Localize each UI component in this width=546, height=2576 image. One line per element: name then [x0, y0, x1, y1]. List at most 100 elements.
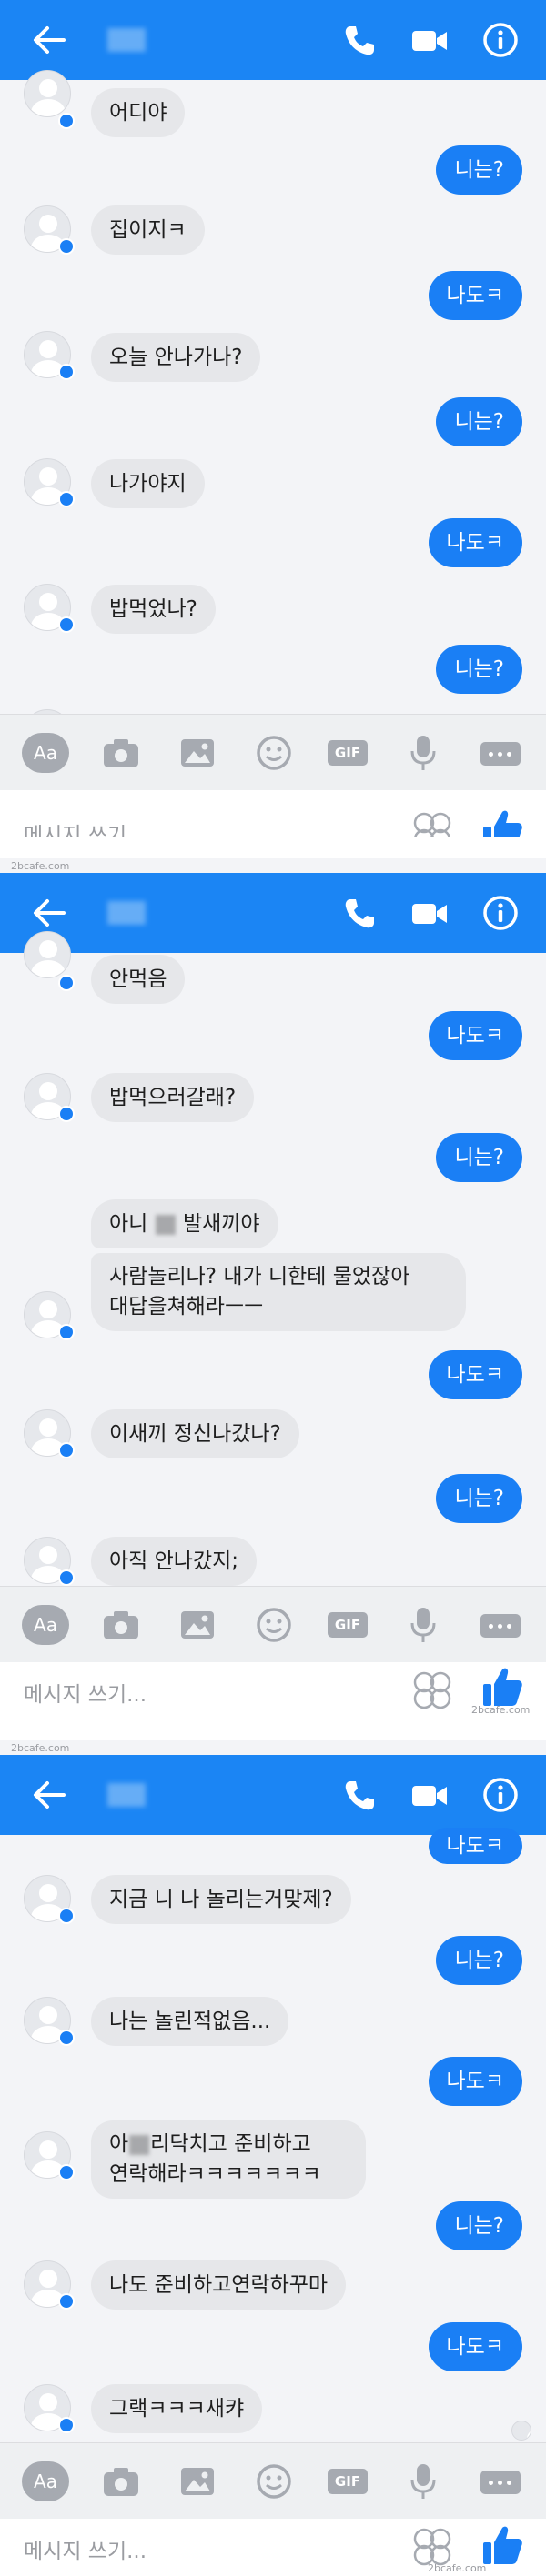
- gif-button[interactable]: GIF: [328, 740, 368, 766]
- watermark: 2bcafe.com: [11, 1742, 70, 1754]
- microphone-icon[interactable]: [408, 1605, 439, 1645]
- message-text: 아니: [109, 1212, 148, 1236]
- message-incoming[interactable]: 오늘 안나가나?: [91, 333, 261, 382]
- emoji-icon[interactable]: [255, 733, 293, 773]
- message-outgoing[interactable]: 나도ㅋ: [428, 2057, 522, 2106]
- video-call-icon[interactable]: [411, 1782, 448, 1809]
- image-icon[interactable]: [178, 733, 217, 773]
- messenger-badge-icon: [58, 2164, 75, 2180]
- more-options-icon[interactable]: [480, 1614, 521, 1638]
- composer: 메시지 쓰기... 2bcafe.com: [0, 2519, 546, 2576]
- seen-avatar: [511, 2421, 531, 2441]
- text-style-button[interactable]: Aa: [22, 733, 69, 773]
- message-outgoing[interactable]: 니는?: [436, 2201, 522, 2250]
- message-incoming[interactable]: 그랙ㅋㅋㅋ새캬: [91, 2384, 263, 2433]
- message-outgoing[interactable]: 나도ㅋ: [428, 518, 522, 567]
- text-style-button[interactable]: Aa: [22, 1605, 69, 1645]
- message-incoming[interactable]: 나는 놀린적없음...: [91, 1997, 289, 2046]
- message-outgoing[interactable]: 나도ㅋ: [428, 1350, 522, 1399]
- back-arrow-icon[interactable]: [31, 1779, 67, 1811]
- message-outgoing[interactable]: 니는?: [436, 397, 522, 446]
- back-arrow-icon[interactable]: [31, 24, 67, 56]
- messenger-badge-icon: [58, 2030, 75, 2046]
- message-outgoing[interactable]: 나도ㅋ: [428, 271, 522, 320]
- message-incoming[interactable]: 아 리닥치고 준비하고 연락해라ㅋㅋㅋㅋㅋㅋㅋ: [91, 2120, 366, 2199]
- message-input[interactable]: 메시지 쓰기...: [24, 2533, 147, 2564]
- video-call-icon[interactable]: [411, 900, 448, 927]
- emoji-icon[interactable]: [255, 1605, 293, 1645]
- message-input[interactable]: 메시지 쓰기...: [24, 1677, 147, 1708]
- message-incoming[interactable]: 나가야지: [91, 459, 205, 508]
- message-outgoing[interactable]: 니는?: [436, 145, 522, 195]
- messenger-badge-icon: [58, 1908, 75, 1924]
- composer: 메시지 쓰기... 2bcafe.com: [0, 1662, 546, 1719]
- watermark: 2bcafe.com: [428, 2562, 487, 2574]
- text-style-button[interactable]: Aa: [22, 2461, 69, 2501]
- camera-icon[interactable]: [102, 2461, 140, 2501]
- message-incoming[interactable]: 안먹음: [91, 955, 186, 1004]
- censored-text: [129, 2134, 150, 2155]
- phone-icon[interactable]: [342, 897, 377, 931]
- messenger-badge-icon: [58, 364, 75, 380]
- message-outgoing[interactable]: 나도ㅋ: [428, 2322, 522, 2371]
- message-incoming[interactable]: 집이지ㅋ: [91, 205, 205, 255]
- info-icon[interactable]: [482, 1777, 519, 1813]
- camera-icon[interactable]: [102, 733, 140, 773]
- messenger-badge-icon: [58, 616, 75, 633]
- message-outgoing[interactable]: 니는?: [436, 1133, 522, 1182]
- microphone-icon[interactable]: [408, 2461, 439, 2501]
- info-icon[interactable]: [482, 895, 519, 931]
- contact-name-blurred[interactable]: [107, 28, 146, 52]
- message-outgoing[interactable]: 니는?: [436, 645, 522, 694]
- message-incoming[interactable]: 아직 안나갔지;: [91, 1537, 258, 1586]
- contact-name-blurred[interactable]: [107, 901, 146, 925]
- camera-icon[interactable]: [102, 1605, 140, 1645]
- message-line: 대답을쳐해라ㅡㅡ: [109, 1295, 264, 1318]
- microphone-icon[interactable]: [408, 733, 439, 773]
- message-incoming[interactable]: 아니 발새끼야: [91, 1199, 278, 1248]
- censored-text: [155, 1214, 176, 1235]
- message-incoming[interactable]: 밥먹었나?: [91, 585, 216, 634]
- message-outgoing[interactable]: 니는?: [436, 1936, 522, 1985]
- thumbs-up-icon[interactable]: [480, 807, 524, 837]
- emoji-icon[interactable]: [255, 2461, 293, 2501]
- phone-icon[interactable]: [342, 1779, 377, 1813]
- message-incoming[interactable]: 어디야: [91, 88, 186, 137]
- message-outgoing[interactable]: 나도ㅋ: [428, 1828, 522, 1864]
- message-incoming[interactable]: 밥먹으러갈래?: [91, 1073, 255, 1122]
- back-arrow-icon[interactable]: [31, 897, 67, 929]
- info-icon[interactable]: [482, 22, 519, 58]
- message-incoming[interactable]: 지금 니 나 놀리는거맞제?: [91, 1875, 351, 1924]
- image-icon[interactable]: [178, 2461, 217, 2501]
- phone-icon[interactable]: [342, 24, 377, 58]
- thumbs-up-icon[interactable]: [480, 2522, 524, 2568]
- message-outgoing[interactable]: 니는?: [436, 1474, 522, 1523]
- messenger-badge-icon: [58, 113, 75, 129]
- more-options-icon[interactable]: [480, 2471, 521, 2494]
- messenger-badge-icon: [58, 1106, 75, 1122]
- message-incoming[interactable]: 사람놀리나? 내가 니한테 물었잖아 대답을쳐해라ㅡㅡ: [91, 1253, 466, 1331]
- message-incoming[interactable]: 이새끼 정신나갔나?: [91, 1409, 299, 1458]
- watermark: 2bcafe.com: [11, 860, 70, 872]
- contact-name-blurred[interactable]: [107, 1783, 146, 1807]
- gif-button[interactable]: GIF: [328, 2469, 368, 2494]
- top-bar: [0, 0, 546, 80]
- more-options-icon[interactable]: [480, 742, 521, 766]
- message-input[interactable]: 메시지 쓰기...: [24, 817, 147, 837]
- message-incoming[interactable]: 나도 준비하고연락하꾸마: [91, 2260, 347, 2310]
- video-call-icon[interactable]: [411, 27, 448, 55]
- composer-toolbar: Aa GIF: [0, 1586, 546, 1662]
- sticker-icon[interactable]: [411, 810, 453, 837]
- composer: 메시지 쓰기...: [0, 790, 546, 837]
- sticker-icon[interactable]: [411, 1669, 453, 1711]
- avatar[interactable]: [24, 931, 71, 978]
- thumbs-up-icon[interactable]: [480, 1664, 524, 1709]
- avatar[interactable]: [24, 70, 71, 117]
- messenger-badge-icon: [58, 975, 75, 991]
- image-icon[interactable]: [178, 1605, 217, 1645]
- gif-button[interactable]: GIF: [328, 1612, 368, 1638]
- messenger-badge-icon: [58, 2417, 75, 2433]
- message-line: 사람놀리나? 내가 니한테 물었잖아: [109, 1265, 410, 1288]
- message-outgoing[interactable]: 나도ㅋ: [428, 1011, 522, 1060]
- chat-screen-2: 2bcafe.com 안먹음 나도ㅋ 밥먹으러갈래? 니는? 아니 발새끼야 사…: [0, 858, 546, 1719]
